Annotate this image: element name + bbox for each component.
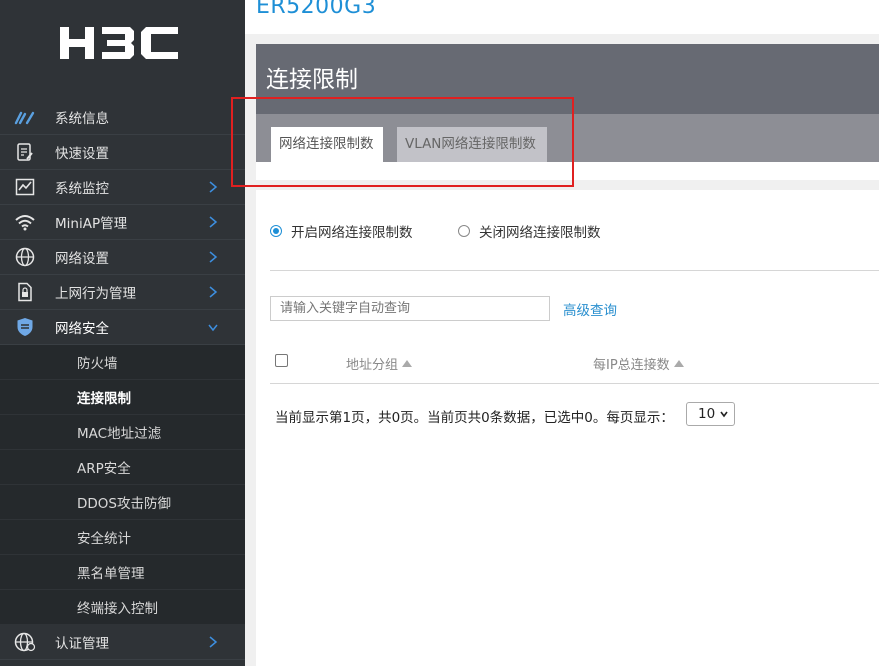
chevron-right-icon: [209, 181, 218, 193]
table-header: 地址分组 每IP总连接数: [270, 344, 879, 384]
sidebar-item-system-monitor[interactable]: 系统监控: [0, 170, 245, 205]
connection-limit-panel: 连接限制 网络连接限制数 VLAN网络连接限制数 开启网络连接限制数 关闭网络连…: [256, 44, 879, 666]
sidebar: 系统信息 快速设置 系统监控 MiniAP管理 网络设置 上网行为管理 网络安全…: [0, 0, 245, 666]
sub-item-ddos-defense[interactable]: DDOS攻击防御: [0, 485, 245, 520]
sub-item-arp-security[interactable]: ARP安全: [0, 450, 245, 485]
wifi-icon: [14, 212, 36, 232]
h3c-logo: [60, 27, 178, 59]
search-input[interactable]: [270, 296, 550, 321]
column-address-group[interactable]: 地址分组: [346, 354, 413, 373]
chevron-down-icon: [720, 411, 728, 418]
radio-disable-limit[interactable]: 关闭网络连接限制数: [458, 221, 601, 241]
tab-network-connection-limit[interactable]: 网络连接限制数: [271, 127, 383, 162]
sub-item-terminal-access[interactable]: 终端接入控制: [0, 590, 245, 625]
advanced-search-link[interactable]: 高级查询: [563, 299, 617, 319]
radio-button-checked[interactable]: [270, 225, 282, 237]
select-all-checkbox[interactable]: [275, 354, 288, 367]
sort-asc-icon: [673, 360, 684, 367]
chevron-right-icon: [209, 636, 218, 648]
sidebar-item-network-settings[interactable]: 网络设置: [0, 240, 245, 275]
sub-item-security-stats[interactable]: 安全统计: [0, 520, 245, 555]
security-submenu: 防火墙 连接限制 MAC地址过滤 ARP安全 DDOS攻击防御 安全统计 黑名单…: [0, 345, 245, 625]
chevron-right-icon: [209, 286, 218, 298]
sidebar-item-system-info[interactable]: 系统信息: [0, 100, 245, 135]
sidebar-item-miniap[interactable]: MiniAP管理: [0, 205, 245, 240]
sidebar-item-network-security[interactable]: 网络安全: [0, 310, 245, 345]
sidebar-item-label: 快速设置: [55, 146, 109, 162]
page-title: 连接限制: [266, 67, 358, 93]
device-title: ER5200G3: [256, 0, 377, 19]
sidebar-menu: 系统信息 快速设置 系统监控 MiniAP管理 网络设置 上网行为管理 网络安全…: [0, 100, 245, 660]
sidebar-item-label: 系统信息: [55, 111, 109, 127]
sidebar-item-behavior-management[interactable]: 上网行为管理: [0, 275, 245, 310]
column-label: 每IP总连接数: [593, 358, 670, 373]
page-size-select[interactable]: 10: [686, 402, 735, 426]
radio-enable-limit[interactable]: 开启网络连接限制数: [270, 221, 413, 241]
sort-asc-icon: [402, 360, 413, 367]
sub-item-blacklist[interactable]: 黑名单管理: [0, 555, 245, 590]
monitor-chart-icon: [14, 177, 36, 197]
sub-item-firewall[interactable]: 防火墙: [0, 345, 245, 380]
radio-disable-label: 关闭网络连接限制数: [479, 225, 601, 241]
chevron-right-icon: [209, 216, 218, 228]
sidebar-item-label: 认证管理: [55, 636, 109, 652]
sidebar-item-label: 网络设置: [55, 251, 109, 267]
divider: [270, 270, 879, 271]
sidebar-item-label: 上网行为管理: [55, 286, 136, 302]
sidebar-item-auth-management[interactable]: 认证管理: [0, 625, 245, 660]
sub-item-connection-limit[interactable]: 连接限制: [0, 380, 245, 415]
column-per-ip-connections[interactable]: 每IP总连接数: [593, 354, 684, 373]
chevron-right-icon: [209, 251, 218, 263]
gauge-icon: [14, 107, 36, 127]
globe-icon: [14, 247, 36, 267]
sidebar-item-label: 网络安全: [55, 321, 109, 337]
sidebar-item-label: 系统监控: [55, 181, 109, 197]
clipboard-edit-icon: [14, 142, 36, 162]
document-lock-icon: [14, 282, 36, 302]
sidebar-item-quick-setup[interactable]: 快速设置: [0, 135, 245, 170]
tab-bar: 网络连接限制数 VLAN网络连接限制数: [256, 114, 879, 162]
chevron-down-icon: [208, 324, 218, 332]
globe-user-icon: [14, 632, 36, 652]
column-label: 地址分组: [346, 358, 399, 373]
radio-enable-label: 开启网络连接限制数: [291, 225, 413, 241]
shield-icon: [14, 317, 36, 337]
panel-header: 连接限制: [256, 44, 879, 114]
tab-vlan-connection-limit[interactable]: VLAN网络连接限制数: [397, 127, 547, 162]
sub-item-mac-filter[interactable]: MAC地址过滤: [0, 415, 245, 450]
main-content: ER5200G3 连接限制 网络连接限制数 VLAN网络连接限制数 开启网络连接…: [245, 0, 879, 666]
section-separator: [256, 180, 879, 190]
radio-button-unchecked[interactable]: [458, 225, 470, 237]
page-size-value: 10: [698, 406, 716, 422]
sidebar-item-label: MiniAP管理: [55, 216, 128, 232]
pagination-info: 当前显示第1页，共0页。当前页共0条数据，已选中0。每页显示：: [275, 410, 674, 426]
